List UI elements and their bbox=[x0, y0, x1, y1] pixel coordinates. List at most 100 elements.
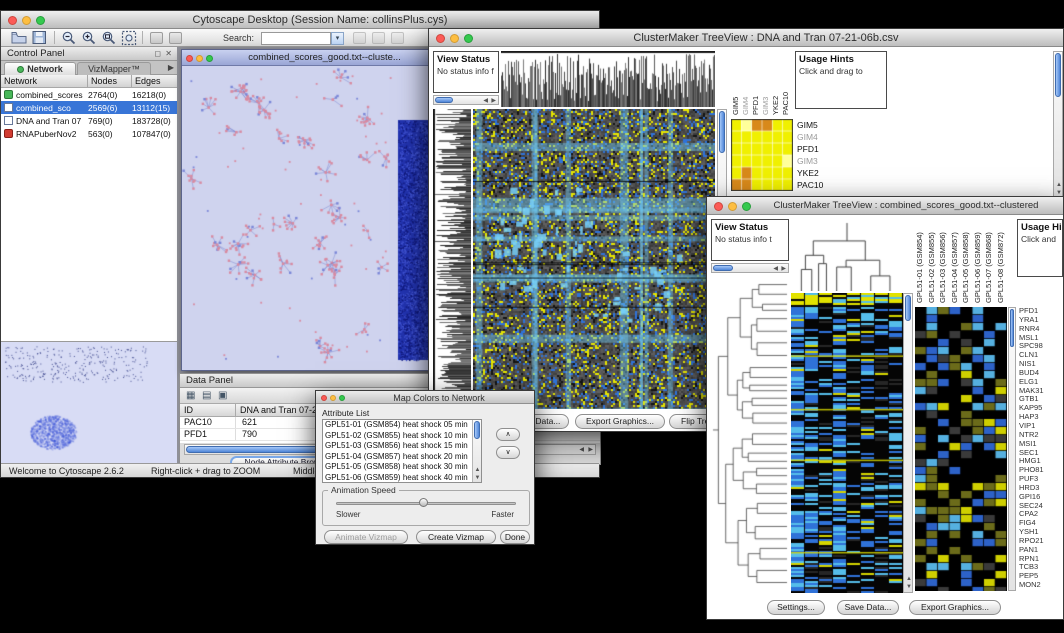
scrollbar-thumb[interactable] bbox=[435, 97, 453, 103]
col-header-edges[interactable]: Edges bbox=[132, 75, 177, 88]
attribute-list-item[interactable]: GPL51-05 (GSM858) heat shock 30 min bbox=[323, 462, 481, 473]
move-up-button[interactable]: ∧ bbox=[496, 428, 520, 441]
scroll-right-arrow[interactable]: ▶ bbox=[491, 97, 496, 105]
zoom-in-icon[interactable] bbox=[81, 30, 98, 46]
close-button[interactable] bbox=[436, 34, 445, 43]
done-button[interactable]: Done bbox=[500, 530, 530, 544]
close-button[interactable] bbox=[321, 395, 327, 401]
search-dropdown-arrow[interactable]: ▾ bbox=[331, 32, 344, 45]
inner-minimize-button[interactable] bbox=[196, 55, 203, 62]
tv2-button-export-graphics[interactable]: Export Graphics... bbox=[909, 600, 1001, 615]
tv1-array-dendrogram-canvas[interactable] bbox=[501, 51, 715, 107]
network-view-titlebar[interactable]: combined_scores_good.txt--cluste... bbox=[182, 50, 435, 66]
control-panel-header[interactable]: Control Panel ◻ ✕ bbox=[1, 47, 177, 61]
float-panel-icon[interactable]: ◻ bbox=[154, 49, 161, 59]
zoom-out-icon[interactable] bbox=[61, 30, 78, 46]
close-button[interactable] bbox=[8, 16, 17, 25]
tv2-gene-dendrogram-canvas[interactable] bbox=[711, 277, 789, 593]
attribute-list[interactable]: ▲ ▼ GPL51-01 (GSM854) heat shock 05 minG… bbox=[322, 419, 482, 483]
minimize-button[interactable] bbox=[450, 34, 459, 43]
scroll-right-arrow[interactable]: ▶ bbox=[588, 446, 593, 454]
attribute-list-item[interactable]: GPL51-02 (GSM855) heat shock 10 min bbox=[323, 431, 481, 442]
tv2-zoom-heatmap-canvas[interactable] bbox=[915, 307, 1007, 591]
tv1-gene-dendrogram-canvas[interactable] bbox=[433, 109, 471, 409]
tv2-array-dendrogram-canvas[interactable] bbox=[791, 219, 903, 291]
tv1-right-vscrollbar[interactable]: ▲ ▼ bbox=[1053, 51, 1063, 199]
grid-disabled-icon[interactable] bbox=[353, 32, 366, 44]
attribute-list-item[interactable]: GPL51-03 (GSM856) heat shock 15 min bbox=[323, 441, 481, 452]
scrollbar-thumb[interactable] bbox=[713, 265, 733, 271]
curve-tool-icon[interactable] bbox=[169, 32, 182, 44]
zoom-fit-icon[interactable] bbox=[121, 30, 138, 46]
scroll-down-arrow[interactable]: ▼ bbox=[475, 474, 481, 482]
open-file-icon[interactable] bbox=[11, 30, 28, 46]
scrollbar-thumb[interactable] bbox=[1055, 53, 1061, 97]
scroll-up-arrow[interactable]: ▲ bbox=[1056, 181, 1062, 189]
scrollbar-thumb[interactable] bbox=[719, 111, 725, 153]
inner-maximize-button[interactable] bbox=[206, 55, 213, 62]
tv2-vscrollbar[interactable]: ▲ ▼ bbox=[903, 293, 913, 593]
select-attributes-icon[interactable]: ▦ bbox=[186, 390, 195, 401]
network-canvas[interactable] bbox=[182, 66, 435, 370]
minimize-button[interactable] bbox=[22, 16, 31, 25]
scroll-left-arrow[interactable]: ◀ bbox=[579, 446, 584, 454]
tv2-button-save-data[interactable]: Save Data... bbox=[837, 600, 899, 615]
tv1-button-export-graphics[interactable]: Export Graphics... bbox=[575, 414, 665, 429]
close-panel-icon[interactable]: ✕ bbox=[165, 49, 172, 59]
scroll-down-arrow[interactable]: ▼ bbox=[906, 583, 912, 591]
col-header-id[interactable]: ID bbox=[180, 404, 236, 417]
network-list-row[interactable]: combined_sco2569(6)13112(15) bbox=[1, 101, 177, 114]
scroll-right-arrow[interactable]: ▶ bbox=[781, 265, 786, 273]
animate-vizmap-button[interactable]: Animate Vizmap bbox=[324, 530, 408, 544]
scroll-up-arrow[interactable]: ▲ bbox=[906, 575, 912, 583]
search-input[interactable] bbox=[261, 32, 331, 45]
network-list-row[interactable]: DNA and Tran 07769(0)183728(0) bbox=[1, 114, 177, 127]
maximize-button[interactable] bbox=[36, 16, 45, 25]
scrollbar-thumb[interactable] bbox=[474, 421, 480, 439]
treeview1-titlebar[interactable]: ClusterMaker TreeView : DNA and Tran 07-… bbox=[429, 29, 1063, 47]
tv1-hscrollbar[interactable]: ◀ ▶ bbox=[433, 95, 499, 105]
attribute-list-item[interactable]: GPL51-06 (GSM859) heat shock 40 min bbox=[323, 473, 481, 484]
tab-network[interactable]: Network bbox=[4, 62, 76, 75]
attribute-list-scrollbar[interactable]: ▲ ▼ bbox=[472, 420, 481, 482]
col-header-nodes[interactable]: Nodes bbox=[88, 75, 132, 88]
network-list-row[interactable]: RNAPuberNov2563(0)107847(0) bbox=[1, 127, 177, 140]
tv2-zoom-vscrollbar[interactable] bbox=[1008, 307, 1016, 591]
attribute-list-item[interactable]: GPL51-01 (GSM854) heat shock 05 min bbox=[323, 420, 481, 431]
attribute-list-item[interactable]: GPL51-04 (GSM857) heat shock 20 min bbox=[323, 452, 481, 463]
tab-vizmapper[interactable]: VizMapper™ bbox=[77, 62, 151, 75]
tv1-heatmap-canvas[interactable] bbox=[473, 109, 715, 409]
save-icon[interactable] bbox=[32, 30, 49, 46]
tv1-zoom-matrix-canvas[interactable] bbox=[731, 119, 793, 191]
close-button[interactable] bbox=[714, 202, 723, 211]
attribute-table-icon[interactable]: ▤ bbox=[202, 390, 211, 401]
tv2-button-settings[interactable]: Settings... bbox=[767, 600, 825, 615]
layout-disabled-icon[interactable] bbox=[372, 32, 385, 44]
tab-overflow-arrow[interactable]: ▶ bbox=[168, 63, 174, 72]
database-icon[interactable]: ▣ bbox=[218, 390, 227, 401]
col-header-network[interactable]: Network bbox=[1, 75, 88, 88]
slider-thumb[interactable] bbox=[419, 498, 428, 507]
maximize-button[interactable] bbox=[742, 202, 751, 211]
scrollbar-thumb[interactable] bbox=[1010, 309, 1014, 347]
scroll-up-arrow[interactable]: ▲ bbox=[475, 466, 481, 474]
dialog-titlebar[interactable]: Map Colors to Network bbox=[316, 391, 534, 404]
scroll-left-arrow[interactable]: ◀ bbox=[773, 265, 778, 273]
create-vizmap-button[interactable]: Create Vizmap bbox=[416, 530, 496, 544]
inner-close-button[interactable] bbox=[186, 55, 193, 62]
treeview2-titlebar[interactable]: ClusterMaker TreeView : combined_scores_… bbox=[707, 197, 1063, 215]
move-down-button[interactable]: ∨ bbox=[496, 446, 520, 459]
tv2-heatmap-canvas[interactable] bbox=[791, 293, 903, 593]
minimize-button[interactable] bbox=[330, 395, 336, 401]
minimize-button[interactable] bbox=[728, 202, 737, 211]
annotation-mode-icon[interactable] bbox=[150, 32, 163, 44]
main-titlebar[interactable]: Cytoscape Desktop (Session Name: collins… bbox=[1, 11, 599, 29]
network-list-row[interactable]: combined_scores2764(0)16218(0) bbox=[1, 88, 177, 101]
zoom-selected-region-icon[interactable] bbox=[101, 30, 118, 46]
network-overview-canvas[interactable] bbox=[1, 341, 177, 466]
maximize-button[interactable] bbox=[339, 395, 345, 401]
maximize-button[interactable] bbox=[464, 34, 473, 43]
scroll-left-arrow[interactable]: ◀ bbox=[483, 97, 488, 105]
tv2-hscrollbar[interactable]: ◀ ▶ bbox=[711, 263, 789, 273]
table-disabled-icon[interactable] bbox=[391, 32, 404, 44]
